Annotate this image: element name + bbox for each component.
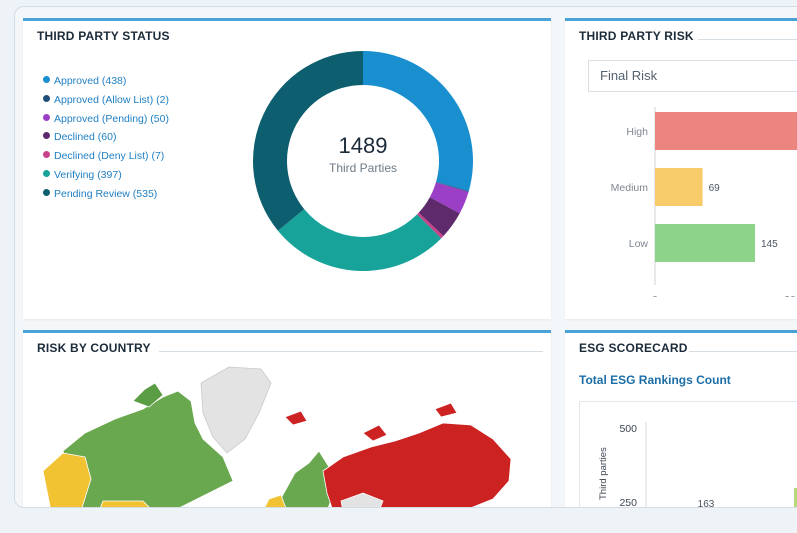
total-count: 1489	[338, 133, 388, 158]
risk-bar-value: 145	[761, 239, 778, 250]
status-legend: Approved (438) Approved (Allow List) (2) A…	[43, 72, 169, 204]
legend-item[interactable]: Approved (Pending) (50)	[43, 110, 169, 129]
legend-item[interactable]: Verifying (397)	[43, 166, 169, 185]
map-region-greenland	[200, 366, 272, 454]
card-title: ESG SCORECARD	[579, 341, 688, 355]
risk-bar-chart: High Medium 69 Low 145 0 200	[611, 107, 797, 297]
map-region-arctic-islands	[362, 424, 388, 442]
risk-x-tick: 0	[652, 294, 658, 297]
risk-bar[interactable]	[655, 224, 755, 262]
esg-y-axis-label: Third parties	[598, 447, 609, 500]
esg-chart-subtitle: Total ESG Rankings Count	[579, 373, 731, 387]
legend-color-dot	[43, 94, 50, 102]
legend-color-dot	[43, 113, 50, 121]
legend-label: Approved (Allow List) (2)	[54, 93, 169, 106]
legend-color-dot	[43, 151, 50, 159]
world-risk-map[interactable]	[23, 361, 551, 508]
esg-scorecard-card: ESG SCORECARD Total ESG Rankings Count T…	[565, 330, 797, 508]
title-divider	[689, 351, 797, 352]
card-title: RISK BY COUNTRY	[37, 341, 151, 355]
map-region-russia	[322, 422, 512, 507]
legend-item[interactable]: Declined (60)	[43, 128, 169, 147]
risk-category-label: Medium	[611, 182, 649, 194]
dashboard-frame: THIRD PARTY STATUS Approved (438) Approve…	[14, 6, 797, 508]
risk-category-label: High	[626, 126, 648, 138]
legend-label: Verifying (397)	[54, 168, 122, 181]
esg-chart-area: Third parties 500 250 163	[579, 401, 797, 508]
risk-bar[interactable]	[655, 112, 797, 150]
risk-category-label: Low	[629, 238, 649, 250]
donut-slice[interactable]	[277, 209, 442, 271]
total-label: Third Parties	[328, 161, 398, 175]
title-divider	[698, 39, 797, 40]
legend-item[interactable]: Pending Review (535)	[43, 185, 169, 204]
esg-y-tick-250: 250	[619, 497, 637, 508]
legend-label: Declined (60)	[54, 131, 117, 144]
map-region-alaska	[42, 452, 92, 507]
third-party-status-card: THIRD PARTY STATUS Approved (438) Approve…	[23, 18, 551, 319]
legend-item[interactable]: Declined (Deny List) (7)	[43, 147, 169, 166]
legend-label: Approved (Pending) (50)	[54, 112, 169, 125]
esg-y-tick-500: 500	[619, 423, 637, 435]
legend-label: Declined (Deny List) (7)	[54, 150, 165, 163]
legend-label: Pending Review (535)	[54, 187, 158, 200]
legend-label: Approved (438)	[54, 75, 127, 87]
legend-color-dot	[43, 169, 50, 177]
map-region-iceland	[284, 410, 308, 426]
risk-type-select[interactable]: Final Risk	[588, 60, 797, 92]
legend-color-dot	[43, 188, 50, 196]
map-region-arctic-islands-2	[434, 402, 458, 418]
risk-bar[interactable]	[655, 168, 703, 206]
legend-color-dot	[43, 76, 50, 83]
legend-item[interactable]: Approved (438)	[43, 72, 169, 91]
esg-bar-label: 163	[698, 499, 715, 508]
legend-color-dot	[43, 132, 50, 140]
card-title: THIRD PARTY RISK	[579, 29, 694, 43]
title-divider	[159, 351, 543, 352]
legend-item[interactable]: Approved (Allow List) (2)	[43, 91, 169, 110]
risk-by-country-card: RISK BY COUNTRY	[23, 330, 551, 508]
card-title: THIRD PARTY STATUS	[37, 29, 170, 43]
risk-bar-value: 69	[709, 183, 721, 194]
risk-x-tick: 200	[784, 294, 797, 297]
